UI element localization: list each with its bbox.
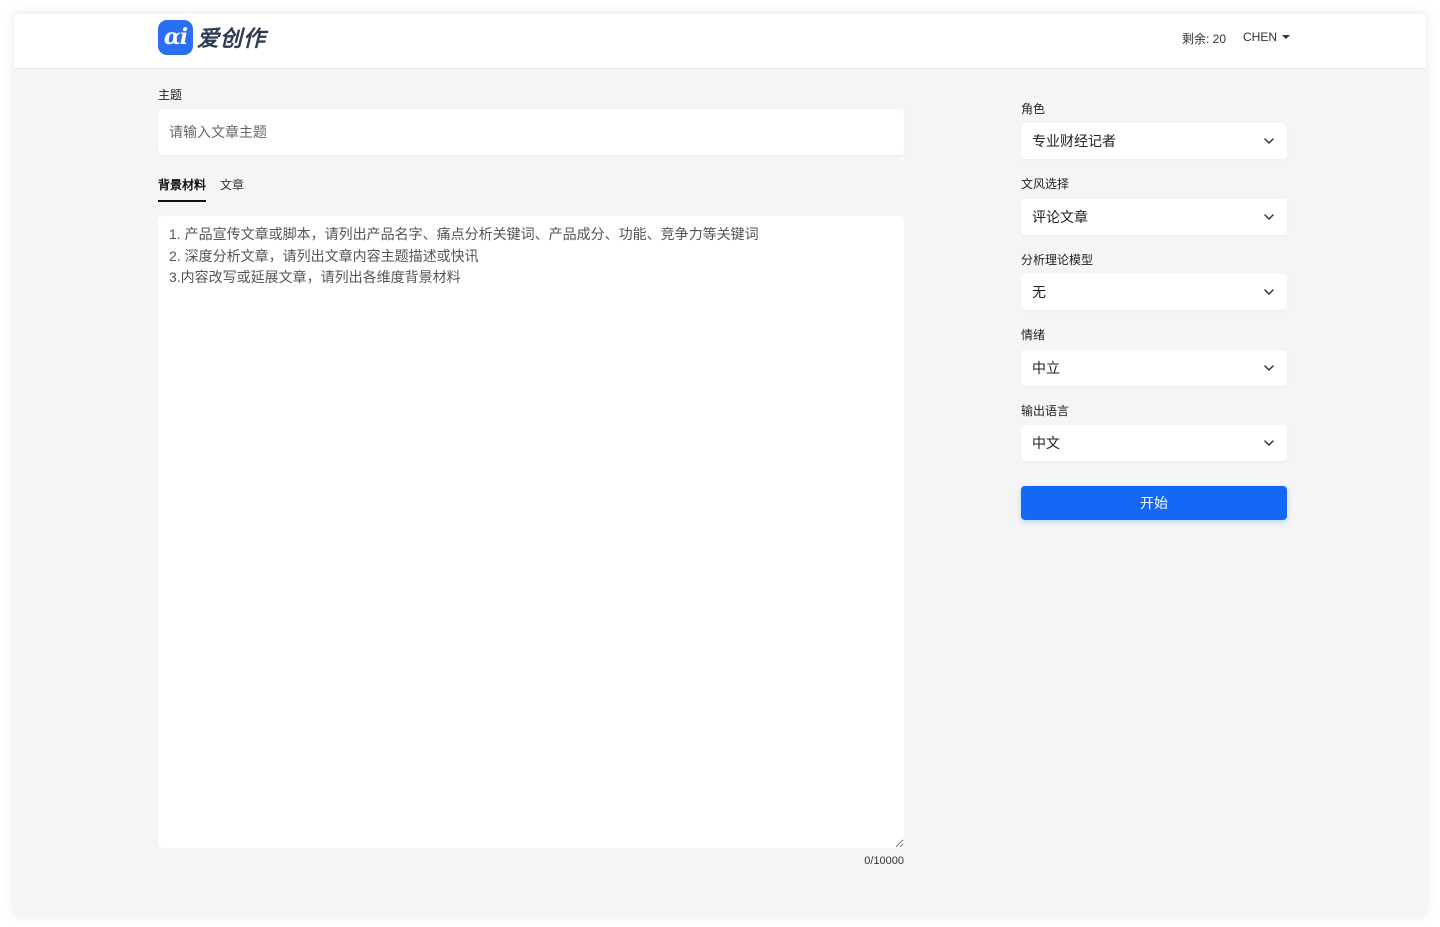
top-header: αi 爱创作 剩余: 20 CHEN: [14, 14, 1426, 69]
chevron-down-icon: [1263, 437, 1275, 449]
topic-input[interactable]: [158, 109, 904, 155]
role-value: 专业财经记者: [1032, 133, 1116, 149]
logo-text: 爱创作: [197, 26, 267, 51]
chevron-down-icon: [1263, 286, 1275, 298]
app-window: αi 爱创作 剩余: 20 CHEN 主题 背景材料 文章 0/10000 角色…: [14, 14, 1426, 915]
writing-style-select[interactable]: 评论文章: [1021, 199, 1287, 235]
analysis-model-label: 分析理论模型: [1021, 253, 1094, 267]
analysis-model-select[interactable]: 无: [1021, 274, 1287, 310]
writing-style-value: 评论文章: [1032, 209, 1088, 225]
emotion-value: 中立: [1032, 360, 1060, 376]
analysis-model-value: 无: [1032, 284, 1046, 300]
tab-background-material[interactable]: 背景材料: [158, 176, 207, 202]
emotion-select[interactable]: 中立: [1021, 350, 1287, 386]
chevron-down-icon: [1263, 135, 1275, 147]
user-name: CHEN: [1243, 30, 1278, 44]
user-menu-dropdown[interactable]: CHEN: [1243, 30, 1291, 44]
content-tabs: 背景材料 文章: [158, 176, 244, 202]
writing-style-label: 文风选择: [1021, 177, 1070, 191]
role-select[interactable]: 专业财经记者: [1021, 123, 1287, 159]
chevron-down-icon: [1263, 211, 1275, 223]
output-language-select[interactable]: 中文: [1021, 425, 1287, 461]
emotion-label: 情绪: [1021, 328, 1046, 342]
chevron-down-icon: [1263, 362, 1275, 374]
character-counter: 0/10000: [864, 855, 904, 867]
logo[interactable]: αi 爱创作: [158, 19, 266, 55]
output-language-label: 输出语言: [1021, 404, 1070, 418]
topic-label: 主题: [158, 88, 183, 102]
output-language-value: 中文: [1032, 435, 1060, 451]
start-button[interactable]: 开始: [1021, 486, 1287, 520]
tab-article[interactable]: 文章: [220, 176, 244, 202]
caret-down-icon: [1282, 35, 1291, 39]
logo-icon: αi: [158, 19, 193, 55]
role-label: 角色: [1021, 102, 1046, 116]
background-material-textarea[interactable]: [158, 216, 904, 848]
remaining-credits: 剩余: 20: [1182, 32, 1227, 46]
